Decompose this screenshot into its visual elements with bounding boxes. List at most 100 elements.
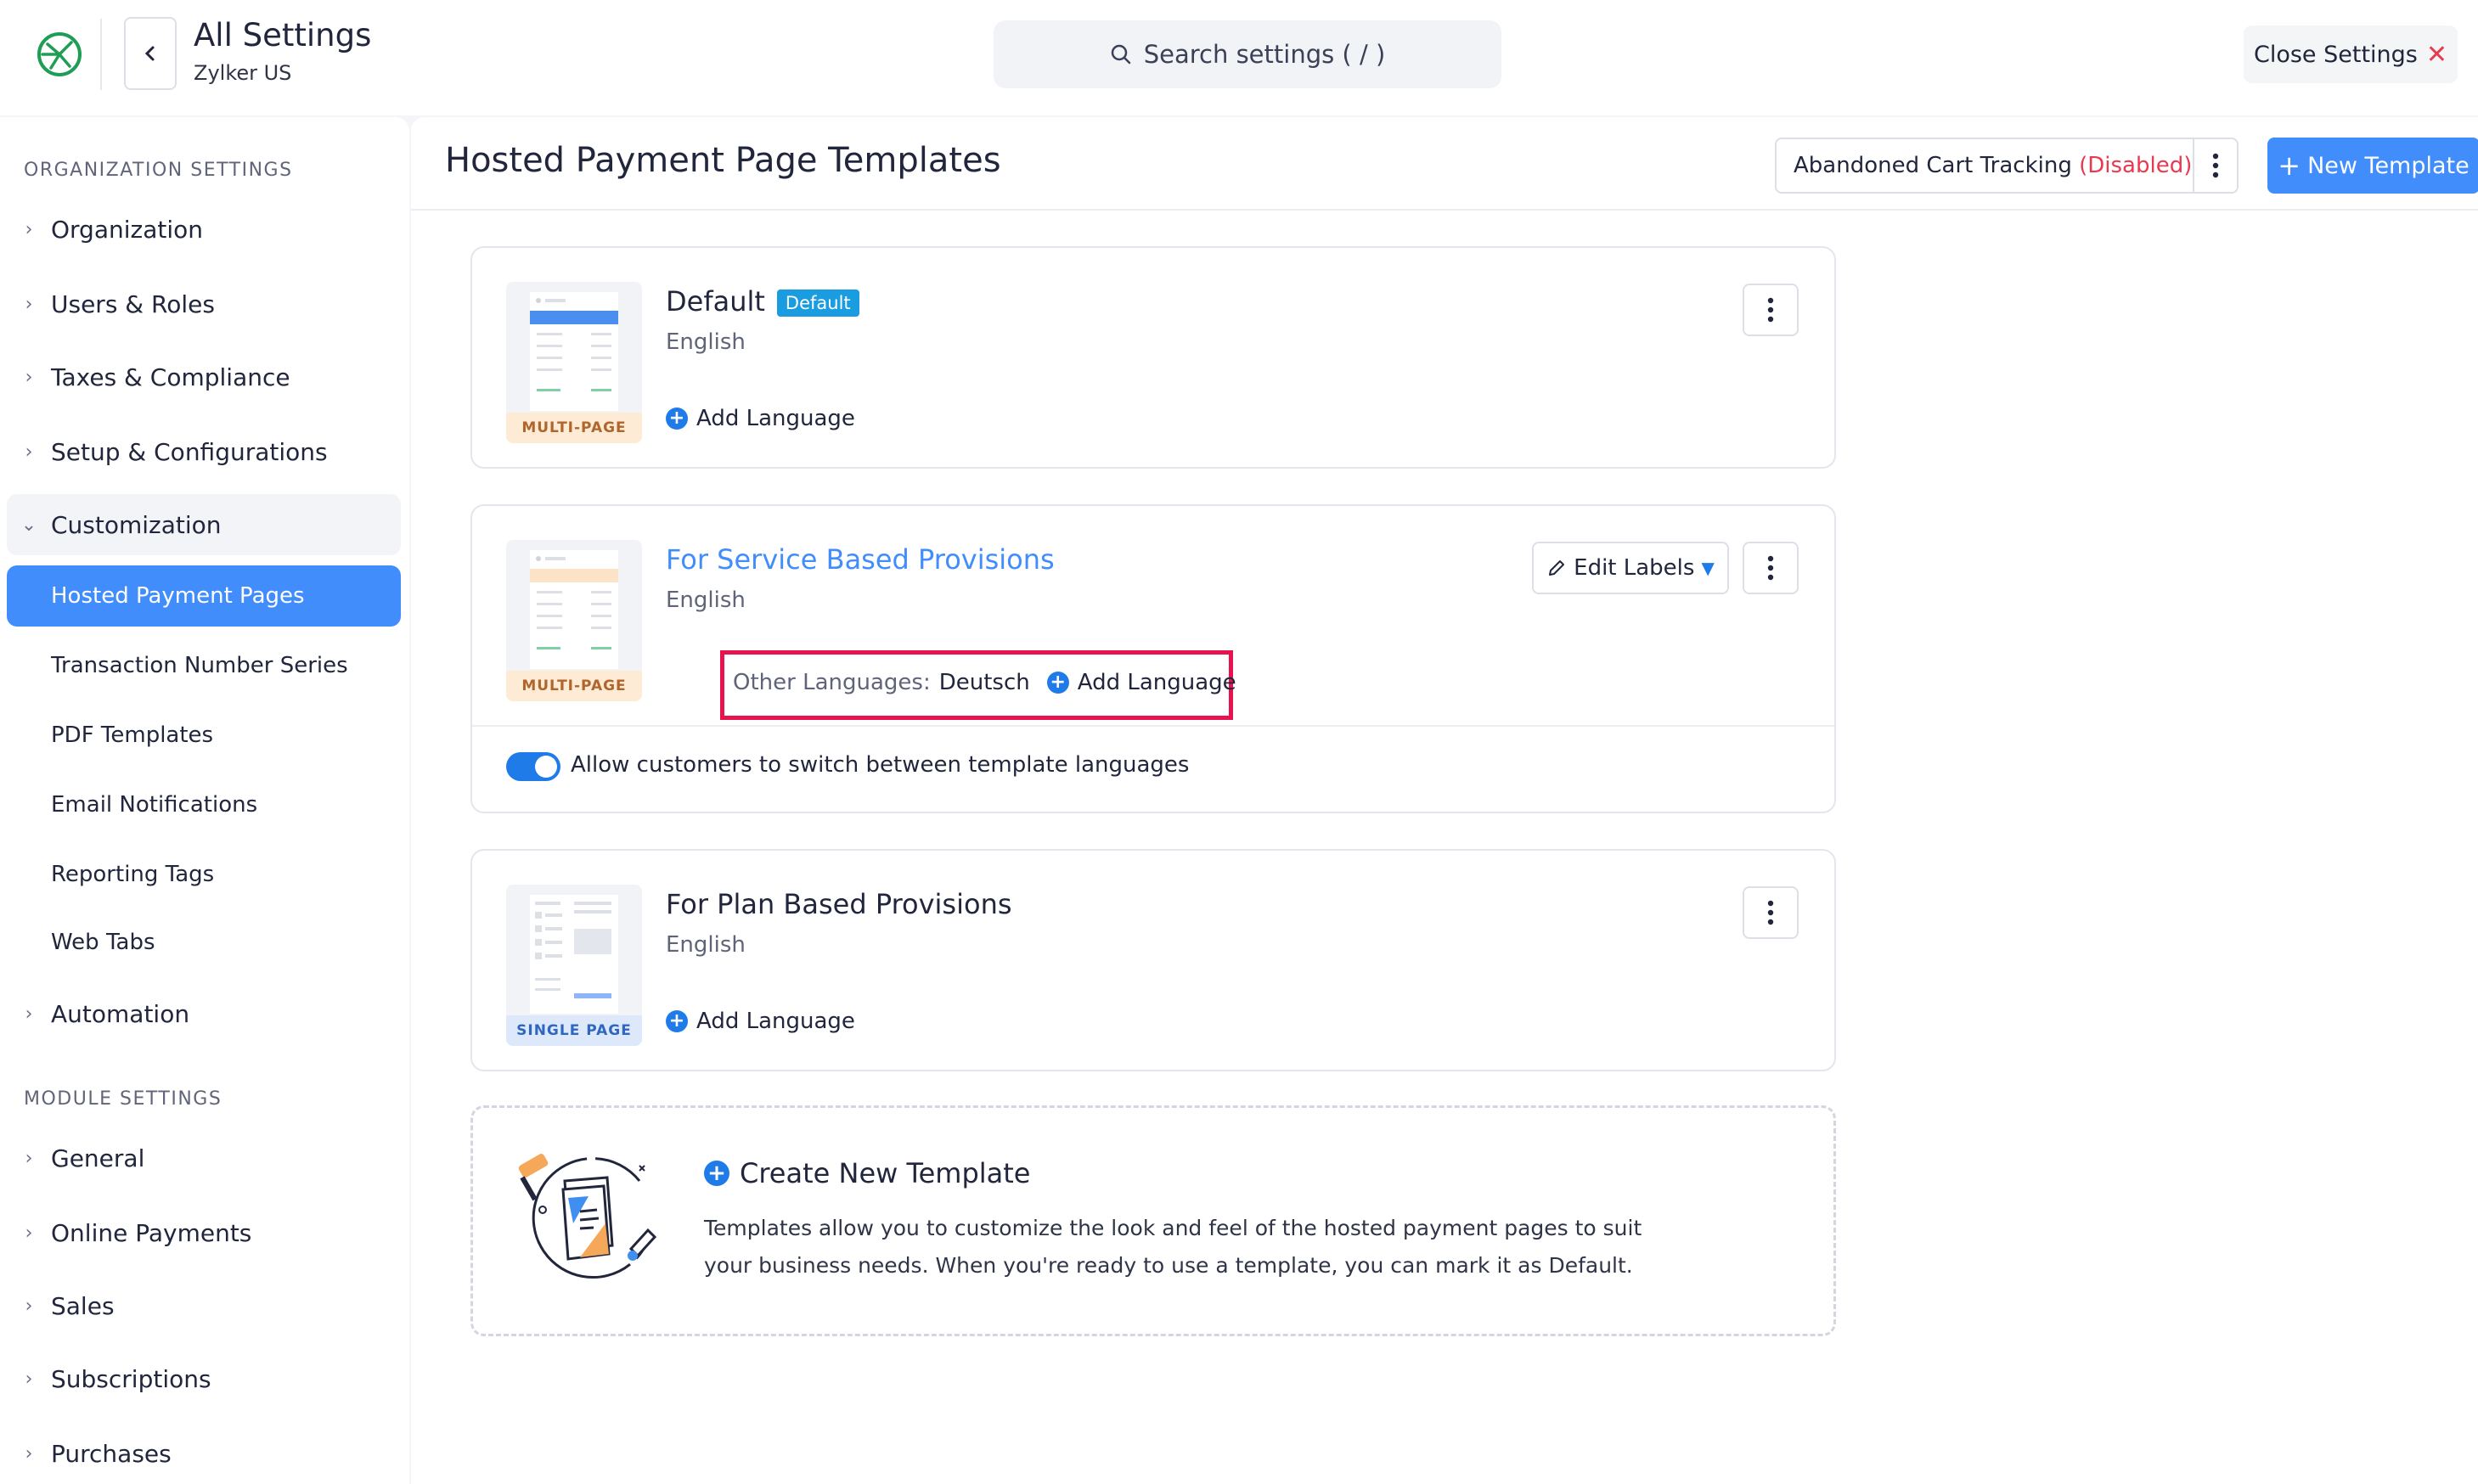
sidebar-item-customization[interactable]: ⌄ Customization: [7, 494, 401, 555]
sidebar-item-users-roles[interactable]: › Users & Roles: [7, 273, 401, 334]
template-language: English: [666, 932, 746, 958]
sidebar-item-reporting-tags[interactable]: Reporting Tags: [7, 844, 401, 905]
toggle-knob: [535, 756, 557, 778]
sidebar-item-web-tabs[interactable]: Web Tabs: [7, 912, 401, 973]
sidebar-item-organization[interactable]: › Organization: [7, 199, 401, 260]
create-template-title[interactable]: + Create New Template: [704, 1157, 1030, 1189]
template-language: English: [666, 587, 746, 613]
add-language-button[interactable]: + Add Language: [666, 406, 855, 431]
edit-labels-button[interactable]: Edit Labels ▼: [1532, 542, 1729, 594]
sidebar-item-label: Setup & Configurations: [51, 437, 328, 466]
close-settings-button[interactable]: Close Settings ✕: [2244, 25, 2458, 83]
close-icon: ✕: [2425, 39, 2448, 70]
sidebar-item-setup[interactable]: › Setup & Configurations: [7, 421, 401, 482]
caret-down-icon: ▼: [1701, 558, 1715, 578]
add-language-label: Add Language: [696, 406, 855, 431]
header-divider: [100, 19, 102, 90]
back-button[interactable]: [124, 17, 177, 90]
template-preview-icon: [530, 292, 618, 411]
chevron-right-icon: ›: [25, 1368, 33, 1390]
search-input[interactable]: Search settings ( / ): [994, 20, 1501, 88]
chevron-right-icon: ›: [25, 293, 33, 315]
app-logo-icon[interactable]: [34, 29, 85, 80]
content-title: Hosted Payment Page Templates: [445, 141, 1001, 180]
top-bar: All Settings Zylker US Search settings (…: [0, 0, 2478, 115]
template-more-button[interactable]: [1743, 886, 1799, 939]
chevron-right-icon: ›: [25, 1222, 33, 1244]
pencil-icon: [1549, 560, 1565, 576]
template-language: English: [666, 329, 746, 355]
page-title: All Settings: [194, 17, 372, 53]
template-more-button[interactable]: [1743, 284, 1799, 336]
sidebar-item-email-notifications[interactable]: Email Notifications: [7, 774, 401, 835]
sidebar-item-label: Subscriptions: [51, 1364, 211, 1393]
sidebar-item-label: Organization: [51, 215, 204, 244]
create-template-description: Templates allow you to customize the loo…: [704, 1216, 1642, 1278]
plus-circle-icon: +: [666, 408, 688, 430]
template-thumbnail[interactable]: MULTI-PAGE: [506, 540, 642, 701]
template-name[interactable]: Default Default: [666, 285, 859, 318]
abandoned-cart-text: Abandoned Cart Tracking: [1794, 153, 2072, 178]
add-language-label: Add Language: [696, 1009, 855, 1034]
template-name-link[interactable]: For Service Based Provisions: [666, 543, 1055, 576]
edit-labels-label: Edit Labels: [1574, 555, 1695, 581]
other-languages-value[interactable]: Deutsch: [939, 670, 1030, 695]
search-icon: [1111, 44, 1130, 65]
add-language-label: Add Language: [1077, 670, 1236, 695]
content-header: Hosted Payment Page Templates Abandoned …: [411, 117, 2478, 211]
sidebar-item-subscriptions[interactable]: › Subscriptions: [7, 1348, 401, 1409]
kebab-icon: [1767, 297, 1774, 323]
org-name: Zylker US: [194, 61, 292, 85]
template-name-text: Default: [666, 285, 765, 318]
sidebar-item-general[interactable]: › General: [7, 1127, 401, 1189]
kebab-icon: [1767, 555, 1774, 581]
sidebar-item-sales[interactable]: › Sales: [7, 1275, 401, 1336]
template-type-tag: MULTI-PAGE: [506, 413, 642, 443]
chevron-right-icon: ›: [25, 1442, 33, 1464]
sidebar-item-label: Purchases: [51, 1439, 172, 1468]
more-options-button[interactable]: [2193, 139, 2237, 192]
create-template-card[interactable]: + Create New Template Templates allow yo…: [470, 1105, 1836, 1336]
sidebar-item-hosted-payment-pages[interactable]: Hosted Payment Pages: [7, 565, 401, 627]
add-language-button[interactable]: + Add Language: [666, 1009, 855, 1034]
sidebar-item-label: Automation: [51, 999, 190, 1028]
kebab-icon: [2212, 153, 2219, 178]
other-languages-label: Other Languages:: [733, 670, 931, 695]
main-content: Hosted Payment Page Templates Abandoned …: [411, 117, 2478, 1484]
highlight-box: Other Languages: Deutsch + Add Language: [720, 650, 1236, 720]
chevron-right-icon: ›: [25, 218, 33, 240]
plus-circle-icon: +: [1046, 672, 1069, 694]
add-language-button[interactable]: + Add Language: [1046, 670, 1236, 695]
create-template-label: Create New Template: [740, 1157, 1031, 1189]
language-switch-toggle[interactable]: [506, 752, 560, 781]
sidebar-item-label: Sales: [51, 1291, 115, 1320]
settings-sidebar: ORGANIZATION SETTINGS › Organization › U…: [0, 117, 409, 1484]
chevron-right-icon: ›: [25, 366, 33, 388]
new-template-label: New Template: [2307, 152, 2470, 179]
new-template-button[interactable]: + New Template: [2267, 138, 2478, 194]
sidebar-item-transaction-number-series[interactable]: Transaction Number Series: [7, 635, 401, 696]
sidebar-item-taxes[interactable]: › Taxes & Compliance: [7, 346, 401, 408]
sidebar-item-pdf-templates[interactable]: PDF Templates: [7, 705, 401, 766]
chevron-left-icon: [144, 46, 155, 61]
abandoned-cart-label[interactable]: Abandoned Cart Tracking (Disabled): [1777, 153, 2193, 178]
close-settings-label: Close Settings: [2253, 41, 2418, 68]
template-name[interactable]: For Plan Based Provisions: [666, 888, 1012, 920]
abandoned-cart-tracking[interactable]: Abandoned Cart Tracking (Disabled): [1775, 138, 2239, 194]
template-more-button[interactable]: [1743, 542, 1799, 594]
sidebar-item-label: Taxes & Compliance: [51, 363, 290, 391]
plus-circle-icon: +: [704, 1161, 729, 1186]
sidebar-item-online-payments[interactable]: › Online Payments: [7, 1202, 401, 1263]
template-thumbnail[interactable]: MULTI-PAGE: [506, 282, 642, 443]
template-thumbnail[interactable]: SINGLE PAGE: [506, 885, 642, 1046]
template-type-tag: MULTI-PAGE: [506, 671, 642, 701]
chevron-right-icon: ›: [25, 1003, 33, 1025]
chevron-down-icon: ⌄: [20, 514, 37, 536]
template-preview-icon: [530, 550, 618, 669]
chevron-right-icon: ›: [25, 441, 33, 463]
other-languages-row: Other Languages: Deutsch + Add Language: [733, 670, 1236, 695]
chevron-right-icon: ›: [25, 1147, 33, 1169]
sidebar-item-automation[interactable]: › Automation: [7, 983, 401, 1044]
sidebar-item-purchases[interactable]: › Purchases: [7, 1423, 401, 1484]
section-title-organization: ORGANIZATION SETTINGS: [24, 160, 293, 181]
